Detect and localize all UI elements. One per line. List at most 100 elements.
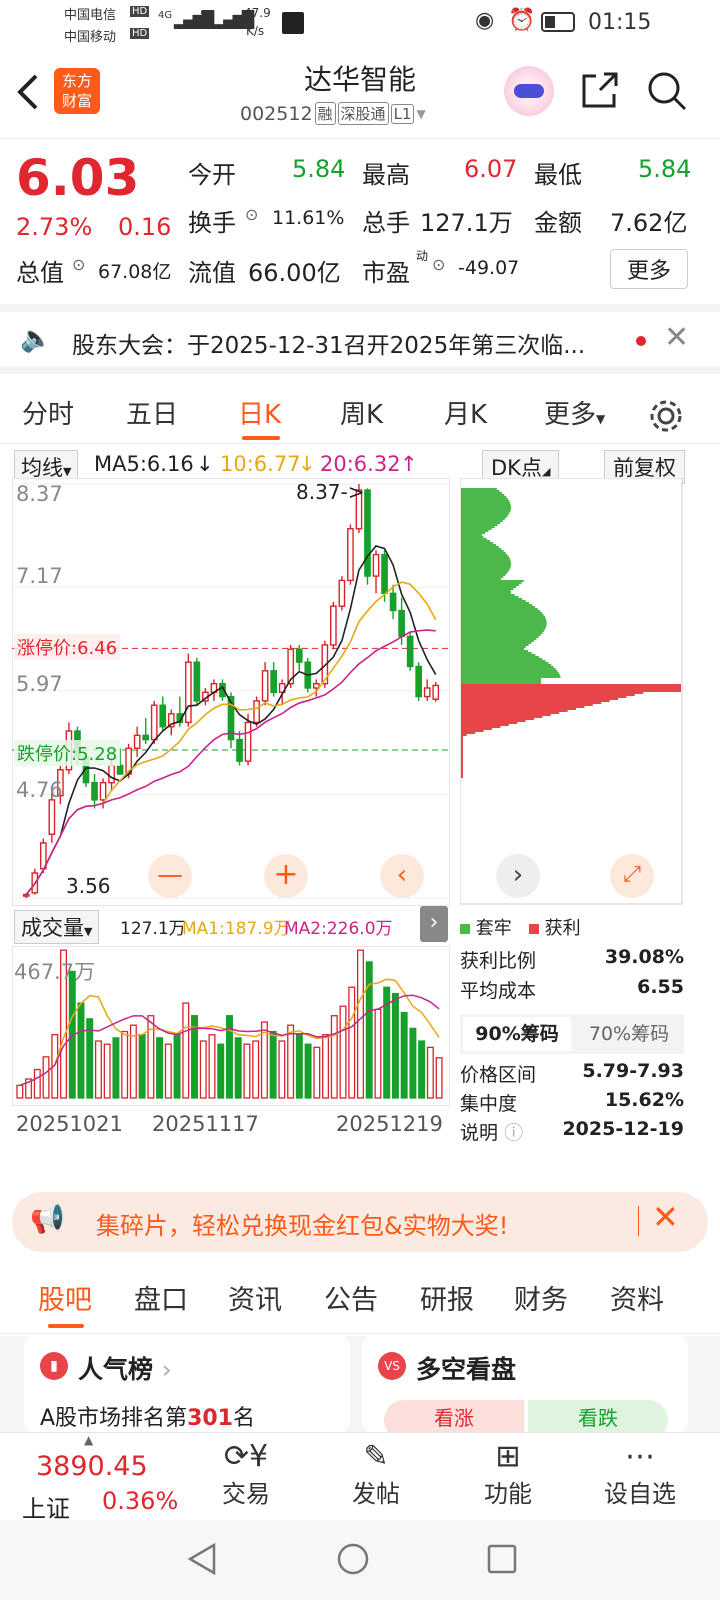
chip-bar bbox=[461, 756, 463, 758]
chip-next-button[interactable]: › bbox=[496, 854, 540, 898]
nav-add-watch[interactable]: ⋯ 设自选 bbox=[590, 1439, 690, 1509]
chip-bar bbox=[461, 650, 528, 652]
chip-bar bbox=[461, 552, 506, 554]
scroll-left-button[interactable]: ‹ bbox=[380, 854, 424, 898]
volume-bar bbox=[357, 949, 364, 1099]
volume-bar bbox=[77, 1002, 85, 1099]
close-icon[interactable]: ✕ bbox=[652, 1198, 679, 1236]
chip-bar bbox=[461, 722, 518, 724]
alarm-icon: ⏰ bbox=[508, 8, 536, 33]
chip-bar bbox=[461, 516, 507, 518]
chip-bar bbox=[461, 592, 512, 594]
volume-bar bbox=[365, 961, 373, 1099]
info-icon[interactable]: ⊙ bbox=[432, 255, 445, 274]
expand-icon[interactable]: ⤢ bbox=[610, 854, 654, 898]
volume-bar bbox=[269, 1030, 277, 1099]
home-circle-icon[interactable] bbox=[336, 1542, 370, 1576]
tab-monthly-k[interactable]: 月K bbox=[444, 394, 487, 431]
volume-bar bbox=[418, 1040, 426, 1099]
low-label: 最低 bbox=[534, 161, 582, 189]
chip-bar bbox=[461, 548, 502, 550]
min-marker: 3.56 bbox=[66, 874, 111, 898]
high-label: 最高 bbox=[362, 161, 410, 189]
chip-bar bbox=[461, 664, 552, 666]
candle-body bbox=[236, 738, 243, 762]
index-value[interactable]: 3890.45 bbox=[36, 1451, 148, 1482]
period-tabs: 分时 五日 日K 周K 月K 更多▼ bbox=[0, 382, 720, 444]
chip-bar bbox=[461, 504, 511, 506]
candle-body bbox=[330, 605, 337, 646]
nav-trade[interactable]: ⟳¥ 交易 bbox=[196, 1439, 296, 1509]
volume-bar bbox=[208, 1034, 216, 1099]
info-icon[interactable]: ⊙ bbox=[72, 255, 85, 274]
candlestick-chart[interactable] bbox=[12, 478, 450, 906]
chip-bar bbox=[461, 662, 549, 664]
candle-body bbox=[347, 528, 354, 582]
net-speed-unit: K/s bbox=[246, 24, 265, 38]
popularity-card[interactable]: ▮ 人气榜 › A股市场排名第301名 bbox=[24, 1336, 350, 1432]
tab-more[interactable]: 更多▼ bbox=[544, 394, 605, 431]
chip-bar bbox=[461, 708, 576, 710]
volume-bar bbox=[322, 1034, 330, 1099]
search-icon[interactable] bbox=[646, 70, 688, 112]
chip-bar bbox=[461, 520, 503, 522]
tab-chip-70[interactable]: 70%筹码 bbox=[574, 1014, 684, 1054]
tab-weekly-k[interactable]: 周K bbox=[340, 394, 383, 431]
volume-bar bbox=[313, 1046, 321, 1099]
tab-finance[interactable]: 财务 bbox=[514, 1278, 568, 1317]
tab-news[interactable]: 资讯 bbox=[228, 1278, 282, 1317]
promo-banner[interactable]: 📢 集碎片，轻松兑换现金红包&实物大奖! ✕ bbox=[12, 1192, 708, 1252]
candle-body bbox=[423, 687, 431, 698]
zoom-in-button[interactable]: + bbox=[264, 854, 308, 898]
pe-dynamic-mark: 动 bbox=[416, 249, 429, 263]
zoom-out-button[interactable]: — bbox=[148, 854, 192, 898]
chip-bar bbox=[461, 686, 681, 688]
chip-bar bbox=[461, 750, 463, 752]
share-icon[interactable] bbox=[580, 70, 620, 110]
chip-bar bbox=[461, 568, 510, 570]
chip-bar bbox=[461, 578, 501, 580]
chip-bar bbox=[461, 530, 489, 532]
amount-value: 7.62亿 bbox=[610, 209, 688, 237]
tab-pankou[interactable]: 盘口 bbox=[134, 1278, 188, 1317]
stock-code: 002512 bbox=[240, 102, 313, 125]
chip-bar bbox=[461, 628, 546, 630]
nav-post[interactable]: ✎ 发帖 bbox=[326, 1439, 426, 1509]
chip-bar bbox=[461, 742, 463, 744]
tab-research[interactable]: 研报 bbox=[420, 1278, 474, 1317]
tab-profile[interactable]: 资料 bbox=[610, 1278, 664, 1317]
chip-bar bbox=[461, 626, 546, 628]
volume-bar bbox=[234, 1037, 242, 1099]
chip-bar bbox=[461, 612, 543, 614]
chip-bar bbox=[461, 602, 530, 604]
close-icon[interactable]: ✕ bbox=[664, 320, 689, 355]
chip-bar bbox=[461, 692, 644, 694]
tab-announcement[interactable]: 公告 bbox=[324, 1278, 378, 1317]
limit-down-label: 跌停价:5.28 bbox=[14, 740, 121, 766]
indicator-select[interactable]: 成交量▼ bbox=[14, 910, 100, 944]
settings-gear-icon[interactable] bbox=[648, 398, 684, 434]
candle-body bbox=[372, 553, 380, 577]
chip-bar bbox=[461, 638, 537, 640]
recents-square-icon[interactable] bbox=[486, 1542, 518, 1576]
more-quote-button[interactable]: 更多 bbox=[610, 249, 689, 289]
volume-bar bbox=[164, 1043, 172, 1099]
connect-badge: 深股通 bbox=[337, 102, 389, 125]
info-icon[interactable]: ⊙ bbox=[245, 205, 258, 224]
back-triangle-icon[interactable] bbox=[186, 1542, 218, 1576]
volume-bar bbox=[147, 1015, 155, 1099]
tab-guba[interactable]: 股吧 bbox=[38, 1278, 92, 1317]
volume-bar bbox=[42, 1056, 50, 1099]
tab-daily-k[interactable]: 日K bbox=[238, 394, 281, 431]
chip-bar bbox=[461, 702, 602, 704]
assistant-avatar[interactable] bbox=[504, 66, 554, 116]
tab-five-day[interactable]: 五日 bbox=[126, 394, 178, 431]
bull-bear-card[interactable]: VS 多空看盘 看涨 看跌 bbox=[362, 1336, 688, 1440]
nav-functions[interactable]: ⊞ 功能 bbox=[458, 1439, 558, 1509]
panel-toggle-icon[interactable]: › bbox=[420, 906, 448, 942]
chip-bar bbox=[461, 744, 463, 746]
stock-code-row[interactable]: 002512 融 深股通 L1 ▼ bbox=[240, 102, 426, 125]
tab-intraday[interactable]: 分时 bbox=[22, 394, 74, 431]
tab-chip-90[interactable]: 90%筹码 bbox=[463, 1017, 571, 1051]
notice-bar[interactable]: 🔈 股东大会：于2025-12-31召开2025年第三次临... ✕ bbox=[0, 304, 720, 374]
